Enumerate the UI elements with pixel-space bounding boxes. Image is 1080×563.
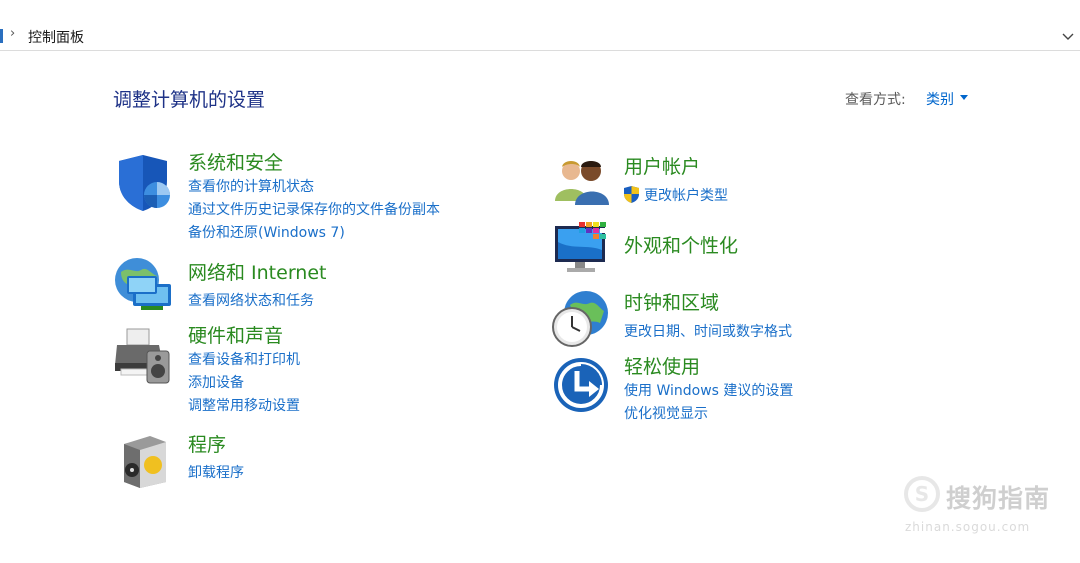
svg-text:S: S (915, 482, 929, 506)
link-add-device[interactable]: 添加设备 (188, 372, 244, 392)
breadcrumb-control-panel[interactable]: 控制面板 (28, 27, 84, 47)
category-appearance[interactable]: 外观和个性化 (624, 231, 738, 258)
category-clock-region[interactable]: 时钟和区域 (624, 288, 719, 315)
link-devices-printers[interactable]: 查看设备和打印机 (188, 349, 300, 369)
window-top-strip (0, 0, 1080, 24)
category-ease-of-access[interactable]: 轻松使用 (624, 352, 700, 379)
category-system-security[interactable]: 系统和安全 (188, 148, 283, 175)
control-panel-icon (0, 29, 3, 43)
watermark-url: zhinan.sogou.com (905, 520, 1031, 534)
ease-of-access-icon[interactable] (553, 357, 609, 413)
chevron-down-icon[interactable] (1060, 26, 1076, 46)
link-network-status[interactable]: 查看网络状态和任务 (188, 290, 314, 310)
link-backup-restore[interactable]: 备份和还原(Windows 7) (188, 222, 345, 242)
link-uninstall-program[interactable]: 卸载程序 (188, 462, 244, 482)
link-change-account-type[interactable]: 更改帐户类型 (644, 185, 728, 205)
clock-globe-icon[interactable] (550, 289, 610, 349)
link-mobility-settings[interactable]: 调整常用移动设置 (188, 395, 300, 415)
dropdown-arrow-icon[interactable] (960, 95, 968, 100)
network-globe-icon[interactable] (113, 256, 175, 314)
link-optimize-display[interactable]: 优化视觉显示 (624, 403, 708, 423)
view-by-label: 查看方式: (845, 92, 906, 108)
printer-speaker-icon[interactable] (113, 327, 175, 385)
page-title: 调整计算机的设置 (113, 89, 266, 111)
category-network-internet[interactable]: 网络和 Internet (188, 258, 326, 285)
link-windows-recommended[interactable]: 使用 Windows 建议的设置 (624, 380, 793, 400)
monitor-palette-icon[interactable] (553, 220, 611, 278)
breadcrumb-separator: › (10, 26, 16, 41)
link-view-computer-status[interactable]: 查看你的计算机状态 (188, 176, 314, 196)
category-programs[interactable]: 程序 (188, 430, 226, 457)
link-date-time-format[interactable]: 更改日期、时间或数字格式 (624, 321, 792, 341)
view-by-dropdown[interactable]: 类别 (926, 89, 954, 109)
users-icon[interactable] (553, 155, 611, 207)
address-bar[interactable] (0, 23, 1080, 51)
watermark-text: 搜狗指南 (946, 484, 1051, 513)
uac-shield-icon (624, 186, 639, 203)
shield-icon[interactable] (115, 153, 173, 213)
category-hardware-sound[interactable]: 硬件和声音 (188, 321, 283, 348)
link-file-history-backup[interactable]: 通过文件历史记录保存你的文件备份副本 (188, 199, 440, 219)
programs-box-icon[interactable] (120, 432, 170, 488)
category-user-accounts[interactable]: 用户帐户 (624, 152, 700, 179)
